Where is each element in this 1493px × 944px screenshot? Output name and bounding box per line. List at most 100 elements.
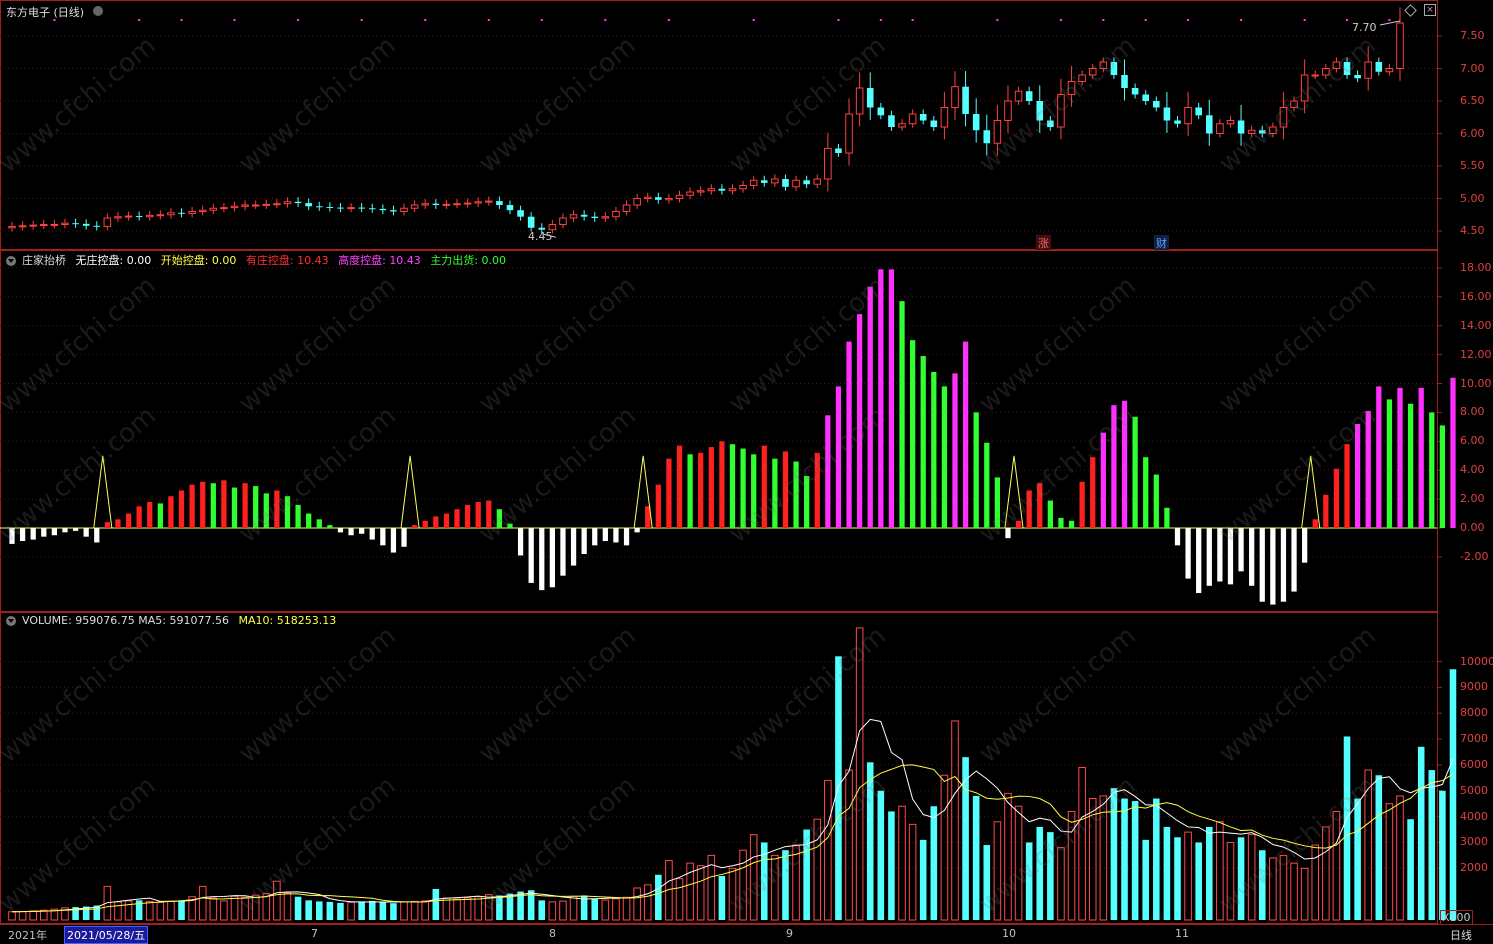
- volume-bar-up: [993, 821, 1002, 921]
- indicator-dropdown-icon[interactable]: [6, 256, 16, 266]
- indicator-bar: [931, 371, 937, 528]
- indicator-bar: [454, 509, 460, 528]
- indicator-bar: [1005, 528, 1011, 539]
- indicator-chart[interactable]: [0, 250, 1493, 612]
- indicator-bar: [1302, 528, 1308, 563]
- legend-label: 无庄控盘: [75, 254, 120, 267]
- volume-bar-up: [1184, 831, 1192, 921]
- y-tick-label: 8.00: [1460, 405, 1485, 419]
- volume-bar-down: [1174, 837, 1181, 920]
- indicator-bar: [507, 523, 513, 528]
- volume-bar-down: [972, 795, 980, 920]
- indicator-bar: [369, 528, 375, 540]
- volume-bar-down: [1025, 842, 1033, 920]
- x-label-11: 11: [1175, 927, 1189, 940]
- y-tick-label: 3000: [1460, 835, 1488, 849]
- candle-down: [1110, 62, 1118, 75]
- legend-value: 10.43: [297, 254, 329, 267]
- price-chart[interactable]: [0, 0, 1493, 250]
- candle-up: [103, 217, 112, 227]
- event-badge-cai[interactable]: 财: [1154, 235, 1169, 251]
- candle-up: [188, 211, 196, 214]
- candle-up: [1057, 94, 1065, 128]
- indicator-bar: [1312, 519, 1318, 528]
- candle-up: [1099, 61, 1108, 69]
- volume-name: VOLUME: [22, 614, 69, 627]
- y-tick-label: 6000: [1460, 757, 1488, 771]
- indicator-bar: [178, 490, 185, 528]
- volume-bar-up: [1290, 862, 1298, 921]
- y-tick-label: 2.00: [1460, 492, 1485, 506]
- volume-bar-down: [1047, 832, 1054, 920]
- high-price-label: 7.70: [1352, 21, 1377, 34]
- x-label-7: 7: [311, 927, 318, 940]
- close-icon[interactable]: ×: [1424, 4, 1436, 16]
- indicator-bar: [1397, 387, 1403, 528]
- volume-pane: VOLUME: 959076.75 MA5: 591077.56 MA10: 5…: [0, 612, 1493, 925]
- event-marker: [297, 19, 300, 21]
- event-marker: [1240, 19, 1243, 21]
- low-price-label: 4.45: [528, 230, 553, 243]
- candle-down: [305, 203, 312, 207]
- volume-bar-down: [178, 900, 185, 920]
- indicator-bar: [1090, 457, 1096, 528]
- control-start-marker: [1004, 455, 1024, 529]
- candle-up: [845, 113, 853, 154]
- x-label-8: 8: [549, 927, 556, 940]
- volume-bar-up: [283, 892, 292, 921]
- candle-down: [1131, 88, 1139, 95]
- volume-bar-up: [29, 910, 37, 921]
- volume-bar-up: [124, 900, 133, 921]
- candle-up: [707, 188, 716, 192]
- indicator-bar: [104, 522, 110, 528]
- event-marker: [752, 19, 755, 21]
- x-selected-date[interactable]: 2021/05/28/五: [64, 926, 149, 944]
- candle-up: [548, 224, 557, 231]
- indicator-bar: [189, 484, 195, 528]
- volume-bar-up: [1322, 826, 1330, 921]
- volume-dropdown-icon[interactable]: [6, 616, 16, 626]
- indicator-bar: [592, 528, 598, 546]
- volume-bar-up: [824, 779, 832, 921]
- indicator-bar: [1026, 490, 1032, 528]
- candle-down: [93, 225, 101, 227]
- candle-up: [198, 209, 207, 212]
- candle-up: [410, 204, 419, 209]
- candle-up: [559, 217, 567, 225]
- volume-bar-down: [962, 757, 969, 920]
- candle-up: [739, 185, 747, 190]
- volume-bar-up: [548, 901, 557, 921]
- event-badge-zhang[interactable]: 涨: [1036, 235, 1051, 251]
- volume-bar-down: [1343, 736, 1351, 920]
- indicator-bar: [751, 454, 757, 528]
- indicator-bar: [316, 519, 322, 528]
- candle-up: [665, 198, 673, 201]
- legend-value: 10.43: [389, 254, 421, 267]
- indicator-bar: [719, 441, 725, 528]
- indicator-bar: [517, 528, 524, 556]
- chart-title-dropdown-icon[interactable]: [93, 6, 103, 16]
- candle-up: [421, 203, 430, 206]
- indicator-bar: [1418, 387, 1424, 528]
- volume-bar-up: [410, 900, 419, 921]
- candle-up: [1290, 100, 1298, 108]
- volume-bar-down: [1205, 826, 1213, 920]
- volume-bar-down: [655, 874, 662, 920]
- y-tick-label: 16.00: [1460, 289, 1492, 303]
- indicator-bar: [962, 341, 969, 528]
- indicator-bar: [867, 286, 873, 528]
- candle-down: [782, 179, 789, 187]
- volume-bar-up: [442, 897, 451, 921]
- volume-bar-up: [1014, 805, 1023, 921]
- indicator-bar: [539, 528, 545, 591]
- indicator-bar: [422, 520, 428, 528]
- indicator-bar: [528, 528, 534, 583]
- volume-bar-up: [156, 901, 165, 921]
- event-marker: [540, 19, 543, 21]
- volume-chart[interactable]: [0, 612, 1493, 924]
- indicator-bar: [1238, 528, 1244, 572]
- candle-up: [1088, 68, 1097, 76]
- candle-up: [686, 191, 694, 196]
- candle-up: [569, 214, 578, 219]
- indicator-bar: [570, 528, 577, 566]
